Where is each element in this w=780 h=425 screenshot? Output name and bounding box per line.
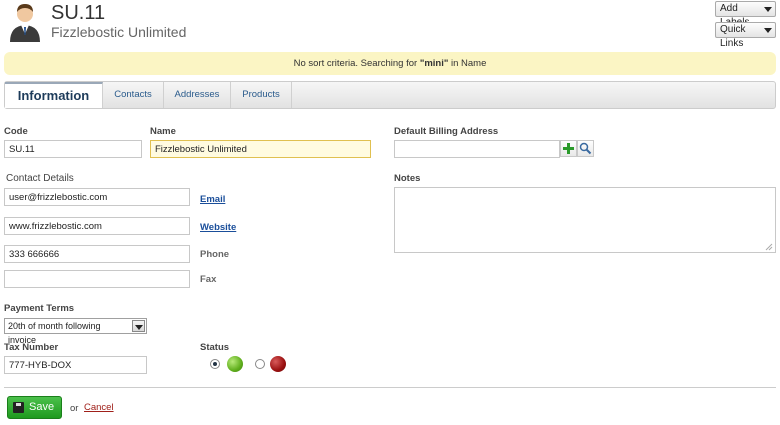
chevron-down-icon [764, 7, 772, 12]
search-address-button[interactable] [577, 140, 594, 157]
save-label: Save [29, 401, 55, 413]
tab-information[interactable]: Information [5, 82, 103, 108]
add-labels-button[interactable]: Add Labels [715, 1, 776, 28]
fax-input[interactable] [4, 270, 190, 288]
status-active-radio[interactable] [210, 359, 220, 369]
chevron-down-icon [132, 320, 145, 332]
fax-label: Fax [200, 274, 217, 285]
add-address-button[interactable] [560, 140, 577, 157]
name-label: Name [150, 126, 176, 137]
phone-input[interactable] [4, 245, 190, 263]
tab-products[interactable]: Products [231, 82, 292, 108]
plus-icon [563, 143, 574, 154]
email-input[interactable] [4, 188, 190, 206]
code-label: Code [4, 126, 28, 137]
website-input[interactable] [4, 217, 190, 235]
code-input[interactable] [4, 140, 142, 158]
payment-terms-select[interactable]: 20th of month following invoice [4, 318, 147, 345]
user-avatar-icon [10, 4, 40, 42]
tab-bar: Information Contacts Addresses Products [4, 81, 776, 109]
record-subtitle: Fizzlebostic Unlimited [51, 24, 187, 40]
tab-addresses[interactable]: Addresses [164, 82, 231, 108]
notice-search-term: "mini" [419, 58, 449, 69]
status-inactive-radio[interactable] [255, 359, 265, 369]
contact-details-label: Contact Details [6, 173, 74, 184]
billing-address-input[interactable] [394, 140, 560, 158]
quick-links-label: Quick Links [720, 24, 746, 49]
status-green-icon [227, 356, 243, 372]
notes-label: Notes [394, 173, 421, 184]
email-link[interactable]: Email [200, 194, 225, 205]
notice-prefix: No sort criteria. Searching for [293, 58, 420, 69]
quick-links-button[interactable]: Quick Links [715, 22, 776, 49]
payment-terms-label: Payment Terms [4, 303, 75, 314]
or-text: or [70, 403, 79, 414]
tax-number-input[interactable] [4, 356, 147, 374]
floppy-disk-icon [13, 402, 24, 413]
search-icon [579, 142, 592, 155]
tab-contacts[interactable]: Contacts [103, 82, 164, 108]
tax-number-label: Tax Number [4, 342, 59, 353]
status-label: Status [200, 342, 230, 353]
record-title: SU.11 [51, 2, 106, 24]
status-red-icon [270, 356, 286, 372]
chevron-down-icon [764, 28, 772, 33]
notes-textarea[interactable] [394, 187, 776, 253]
search-notice: No sort criteria. Searching for "mini" i… [4, 52, 776, 75]
save-button[interactable]: Save [7, 396, 62, 419]
notice-suffix: in Name [448, 58, 487, 69]
default-billing-label: Default Billing Address [394, 126, 499, 137]
resize-handle-icon[interactable] [765, 243, 773, 251]
record-header: SU.11 Fizzlebostic Unlimited Add Labels … [0, 0, 780, 49]
form-divider [4, 387, 776, 388]
cancel-link[interactable]: Cancel [84, 402, 114, 413]
name-input[interactable] [150, 140, 371, 158]
website-link[interactable]: Website [200, 222, 236, 233]
phone-label: Phone [200, 249, 230, 260]
